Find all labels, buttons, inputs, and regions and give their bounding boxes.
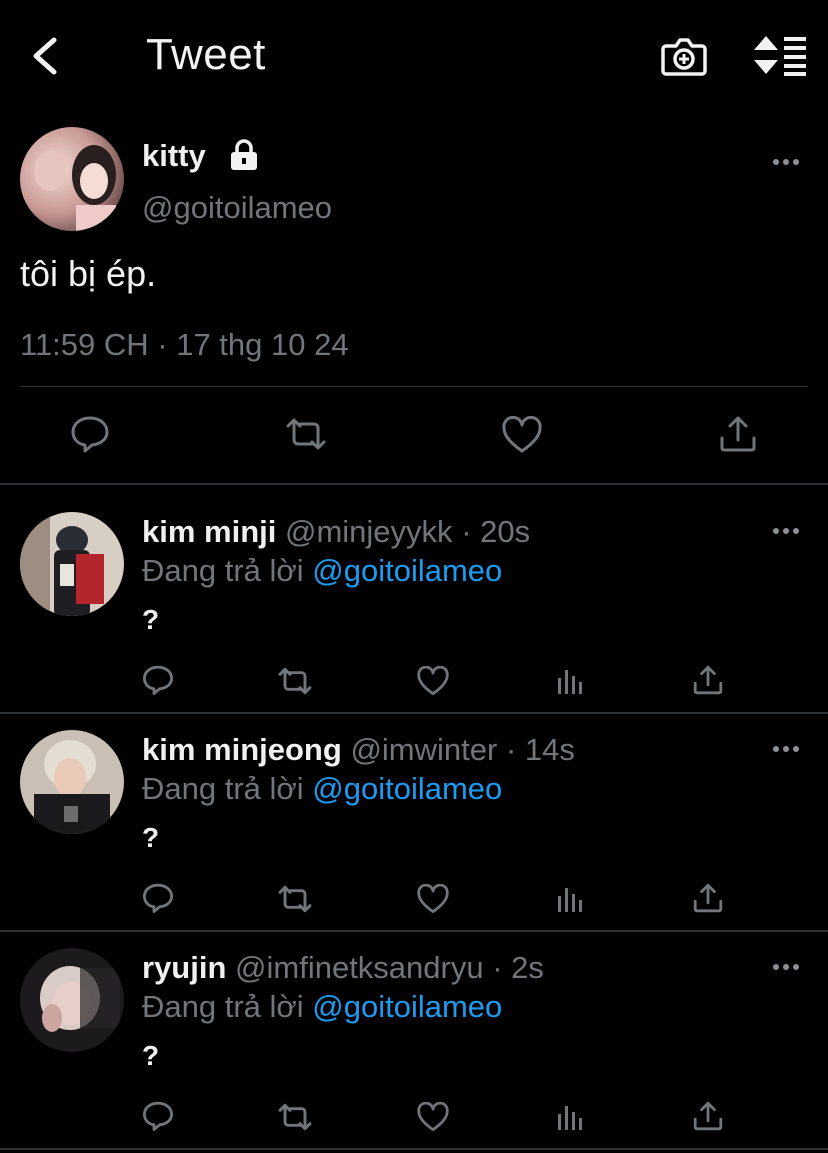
share-icon[interactable] — [718, 414, 758, 454]
divider — [20, 386, 808, 387]
replying-label: Đang trả lời — [142, 989, 304, 1024]
mention-link[interactable]: @goitoilameo — [312, 553, 502, 588]
avatar[interactable] — [20, 512, 124, 616]
retweet-icon[interactable] — [276, 1102, 314, 1132]
replying-to: Đang trả lời @goitoilameo — [142, 553, 502, 589]
more-options-icon[interactable] — [772, 962, 800, 972]
retweet-icon[interactable] — [276, 666, 314, 696]
reply-author-name[interactable]: kim minjeong — [142, 732, 342, 767]
page-title: Tweet — [146, 30, 266, 79]
reply-time: · 2s — [492, 950, 544, 985]
reply-text: ? — [142, 1040, 160, 1071]
back-chevron-icon[interactable] — [26, 34, 66, 78]
lock-icon — [231, 139, 257, 170]
replying-label: Đang trả lời — [142, 553, 304, 588]
mention-link[interactable]: @goitoilameo — [312, 771, 502, 806]
avatar[interactable] — [20, 730, 124, 834]
share-icon[interactable] — [692, 664, 724, 696]
avatar[interactable] — [20, 948, 124, 1052]
reply-icon[interactable] — [142, 664, 174, 696]
divider — [0, 930, 828, 932]
reply-text: ? — [142, 822, 160, 853]
like-heart-icon[interactable] — [501, 416, 543, 454]
divider — [0, 712, 828, 714]
retweet-icon[interactable] — [276, 884, 314, 914]
tweet-text: tôi bị ép. — [20, 253, 157, 294]
analytics-icon[interactable] — [556, 666, 586, 696]
reply-icon[interactable] — [70, 414, 110, 454]
share-icon[interactable] — [692, 1100, 724, 1132]
more-options-icon[interactable] — [772, 157, 800, 167]
replying-to: Đang trả lời @goitoilameo — [142, 771, 502, 807]
more-options-icon[interactable] — [772, 526, 800, 536]
reply-time: · 20s — [461, 514, 531, 549]
like-heart-icon[interactable] — [416, 884, 450, 914]
like-heart-icon[interactable] — [416, 1102, 450, 1132]
like-heart-icon[interactable] — [416, 666, 450, 696]
reply-author-handle[interactable]: @imwinter — [350, 732, 497, 767]
reply-author-handle[interactable]: @minjeyykk — [285, 514, 453, 549]
replying-to: Đang trả lời @goitoilameo — [142, 989, 502, 1025]
author-name[interactable]: kitty — [142, 138, 206, 174]
reply-author-handle[interactable]: @imfinetksandryu — [235, 950, 484, 985]
analytics-icon[interactable] — [556, 1102, 586, 1132]
more-options-icon[interactable] — [772, 744, 800, 754]
avatar[interactable] — [20, 127, 124, 231]
tweet-detail-screen: Tweet kitty @goitoilameo tôi bị ép. 11:5… — [0, 0, 828, 1153]
author-handle[interactable]: @goitoilameo — [142, 190, 332, 226]
replying-label: Đang trả lời — [142, 771, 304, 806]
mention-link[interactable]: @goitoilameo — [312, 989, 502, 1024]
reply-text: ? — [142, 604, 160, 635]
top-bar: Tweet — [0, 0, 828, 112]
divider — [0, 1148, 828, 1150]
divider — [0, 483, 828, 485]
share-icon[interactable] — [692, 882, 724, 914]
reply-icon[interactable] — [142, 1100, 174, 1132]
reply-icon[interactable] — [142, 882, 174, 914]
retweet-icon[interactable] — [284, 416, 328, 452]
camera-plus-icon[interactable] — [660, 34, 708, 78]
tweet-timestamp[interactable]: 11:59 CH · 17 thg 10 24 — [20, 327, 349, 363]
sort-replies-icon[interactable] — [752, 34, 808, 76]
reply-author-name[interactable]: ryujin — [142, 950, 226, 985]
analytics-icon[interactable] — [556, 884, 586, 914]
reply-time: · 14s — [505, 732, 575, 767]
reply-author-name[interactable]: kim minji — [142, 514, 276, 549]
